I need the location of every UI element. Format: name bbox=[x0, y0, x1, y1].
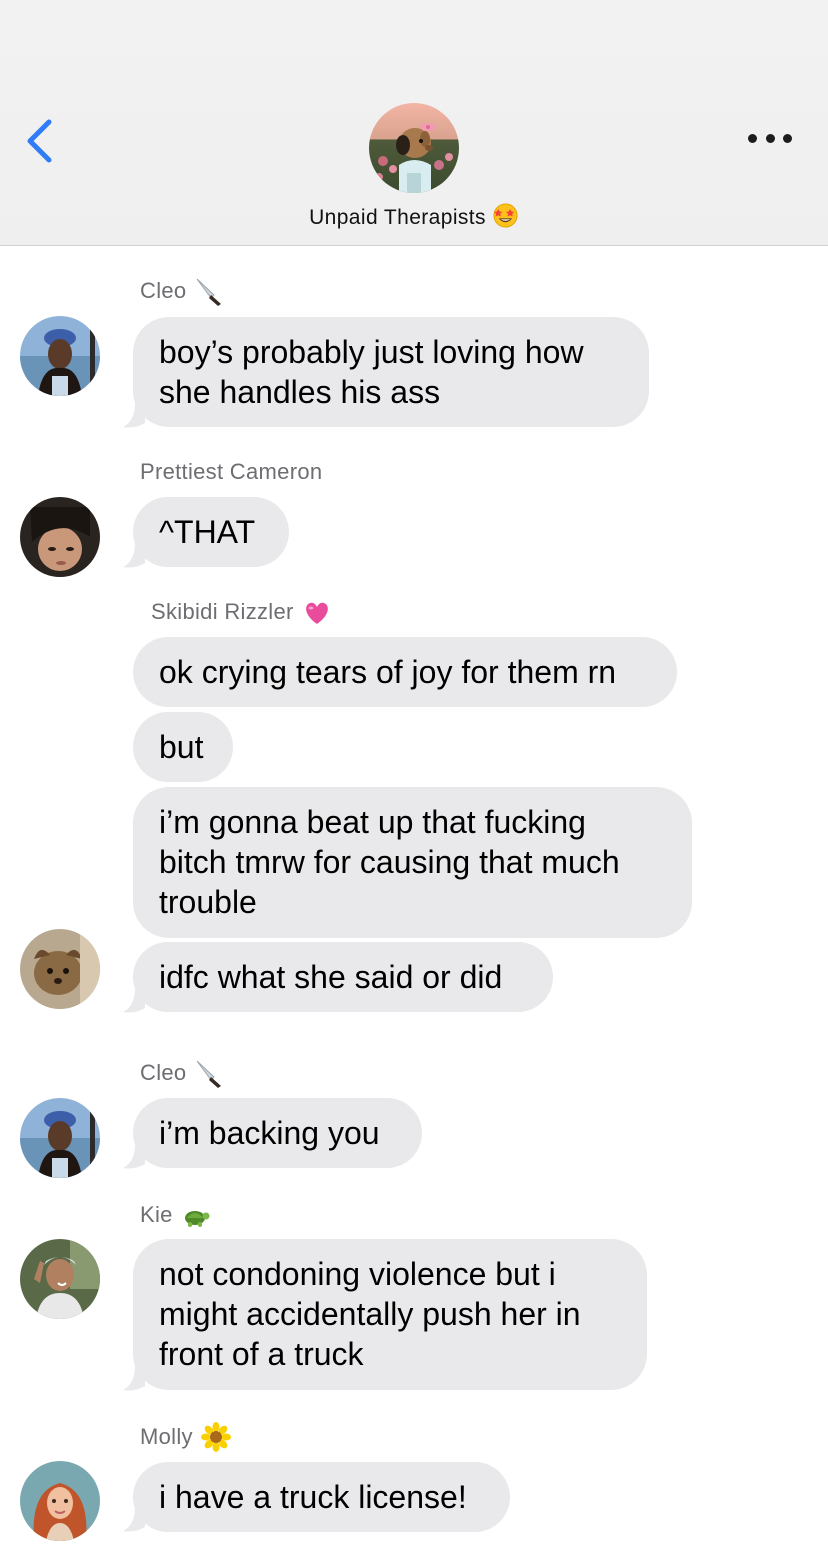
sunflower-emoji-icon bbox=[200, 1422, 231, 1452]
turtle-emoji-icon bbox=[181, 1200, 211, 1230]
sender-name-text: Skibidi Rizzler bbox=[151, 599, 294, 624]
message-bubble[interactable]: boy’s probably just loving how she handl… bbox=[133, 317, 649, 427]
pink-heart-emoji-icon bbox=[302, 597, 332, 627]
sender-name-text: Prettiest Cameron bbox=[140, 459, 323, 484]
message-bubble[interactable]: ^THAT bbox=[133, 497, 289, 567]
back-chevron-icon[interactable] bbox=[22, 118, 56, 164]
message-bubble[interactable]: i’m gonna beat up that fucking bitch tmr… bbox=[133, 787, 692, 938]
star-struck-emoji-icon bbox=[492, 202, 519, 229]
message-bubble[interactable]: ok crying tears of joy for them rn bbox=[133, 637, 677, 707]
avatar-molly[interactable] bbox=[20, 1461, 100, 1541]
sender-name-text: Cleo bbox=[140, 1060, 187, 1085]
avatar-prettiest-cameron[interactable] bbox=[20, 497, 100, 577]
sender-name: Cleo bbox=[140, 276, 224, 306]
avatar-skibidi-rizzler[interactable] bbox=[20, 929, 100, 1009]
message-bubble[interactable]: i’m backing you bbox=[133, 1098, 422, 1168]
message-bubble[interactable]: idfc what she said or did bbox=[133, 942, 553, 1012]
more-options-icon[interactable] bbox=[748, 128, 792, 148]
sender-name-text: Cleo bbox=[140, 278, 187, 303]
avatar-kie[interactable] bbox=[20, 1239, 100, 1319]
sender-name: Molly bbox=[140, 1422, 231, 1452]
avatar-cleo[interactable] bbox=[20, 1098, 100, 1178]
sender-name: Prettiest Cameron bbox=[140, 459, 322, 485]
message-bubble[interactable]: i have a truck license! bbox=[133, 1462, 510, 1532]
group-avatar[interactable] bbox=[369, 103, 459, 193]
group-name-text: Unpaid Therapists bbox=[309, 206, 486, 229]
message-bubble[interactable]: not condoning violence but i might accid… bbox=[133, 1239, 647, 1390]
avatar-cleo[interactable] bbox=[20, 316, 100, 396]
knife-emoji-icon bbox=[194, 1058, 224, 1088]
conversation-header: Unpaid Therapists bbox=[0, 0, 828, 246]
sender-name-text: Molly bbox=[140, 1424, 193, 1449]
sender-name: Kie bbox=[140, 1200, 211, 1230]
sender-name: Skibidi Rizzler bbox=[151, 597, 332, 627]
knife-emoji-icon bbox=[194, 276, 224, 306]
sender-name: Cleo bbox=[140, 1058, 224, 1088]
message-bubble[interactable]: but bbox=[133, 712, 233, 782]
group-name[interactable]: Unpaid Therapists bbox=[0, 202, 828, 230]
sender-name-text: Kie bbox=[140, 1202, 173, 1227]
